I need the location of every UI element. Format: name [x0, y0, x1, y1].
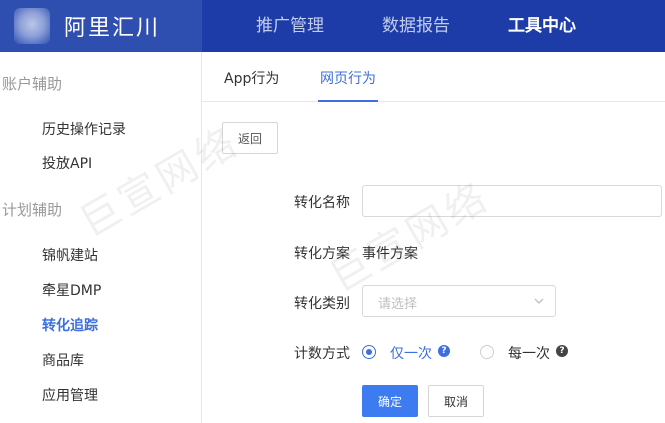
radio-every-time[interactable] — [480, 345, 494, 359]
sidebar-item-history[interactable]: 历史操作记录 — [42, 119, 126, 139]
tab-web-behavior[interactable]: 网页行为 — [320, 68, 376, 88]
radio-once[interactable] — [362, 345, 376, 359]
sidebar-item-app-management[interactable]: 应用管理 — [42, 385, 98, 405]
logo-icon — [14, 8, 50, 44]
radio-once-label[interactable]: 仅一次 — [390, 343, 432, 363]
tab-app-behavior[interactable]: App行为 — [224, 68, 279, 88]
sidebar-item-conversion-tracking[interactable]: 转化追踪 — [42, 315, 98, 335]
brand[interactable]: 阿里汇川 — [0, 0, 202, 52]
nav-item-reports[interactable]: 数据报告 — [382, 11, 450, 36]
back-button[interactable]: 返回 — [222, 122, 278, 154]
brand-name: 阿里汇川 — [64, 16, 161, 41]
main-content: App行为 网页行为 返回 转化名称 转化方案 事件方案 转化类别 请选择 计数… — [202, 52, 665, 423]
sidebar-item-site-builder[interactable]: 锦帆建站 — [42, 245, 98, 265]
conversion-type-select[interactable]: 请选择 — [362, 285, 556, 317]
conversion-type-label: 转化类别 — [294, 296, 350, 312]
sidebar-item-dmp[interactable]: 牵星DMP — [42, 280, 101, 300]
conversion-plan-label: 转化方案 — [294, 246, 350, 262]
conversion-name-label: 转化名称 — [294, 195, 350, 211]
sidebar-group-account: 账户辅助 — [2, 75, 63, 93]
sidebar-item-product-library[interactable]: 商品库 — [42, 350, 84, 370]
tab-bar: App行为 网页行为 — [202, 52, 665, 102]
sidebar: 账户辅助 历史操作记录 投放API 计划辅助 锦帆建站 牵星DMP 转化追踪 商… — [0, 52, 202, 423]
cancel-button[interactable]: 取消 — [428, 385, 484, 417]
conversion-plan-value: 事件方案 — [362, 246, 418, 262]
sidebar-group-plan: 计划辅助 — [2, 201, 63, 219]
conversion-type-placeholder: 请选择 — [378, 297, 418, 312]
top-nav: 推广管理 数据报告 工具中心 — [202, 0, 665, 52]
chevron-down-icon — [534, 298, 544, 304]
confirm-button[interactable]: 确定 — [362, 385, 418, 417]
help-icon-once[interactable]: ? — [438, 345, 450, 357]
nav-item-tools[interactable]: 工具中心 — [508, 11, 576, 36]
top-bar: 阿里汇川 推广管理 数据报告 工具中心 — [0, 0, 665, 52]
radio-every-time-label[interactable]: 每一次 — [508, 343, 550, 363]
count-method-label: 计数方式 — [294, 346, 350, 362]
help-icon-every-time[interactable]: ? — [556, 345, 568, 357]
sidebar-item-api[interactable]: 投放API — [42, 153, 92, 173]
conversion-name-input[interactable] — [362, 185, 662, 217]
nav-item-promotion[interactable]: 推广管理 — [256, 11, 324, 36]
active-tab-indicator — [318, 100, 378, 102]
